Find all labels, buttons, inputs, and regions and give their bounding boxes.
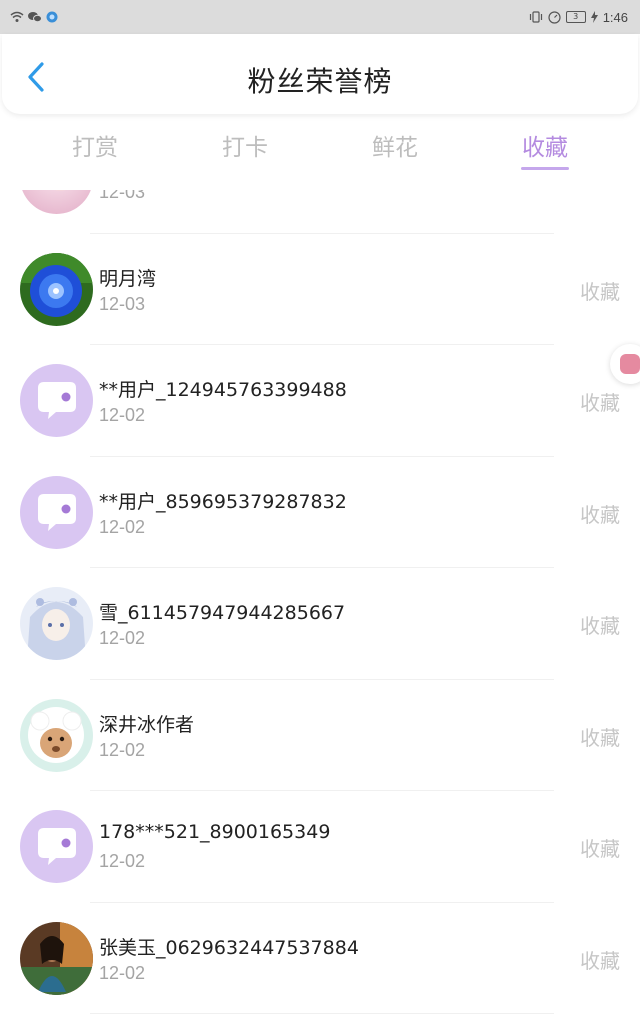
tab-reward[interactable]: 打赏	[20, 118, 170, 178]
wifi-icon	[10, 11, 24, 22]
favorite-label: 收藏	[580, 391, 620, 415]
list-item[interactable]: 张美玉_0629632447537884 12-02 收藏	[0, 903, 640, 1014]
list-item[interactable]: 深井冰作者 12-02 收藏	[0, 680, 640, 791]
user-name: 深井冰作者	[99, 713, 195, 736]
user-name: **用户_124945763399488	[99, 379, 347, 401]
divider	[90, 1013, 554, 1014]
user-name: 张美玉_0629632447537884	[99, 936, 359, 959]
date-text: 12-02	[99, 628, 146, 648]
favorite-label: 收藏	[580, 837, 620, 861]
chat-bubble-icon	[20, 364, 93, 437]
chat-bubble-icon	[20, 475, 93, 549]
app-icon	[46, 11, 58, 23]
date-text: 12-02	[99, 962, 146, 983]
avatar	[20, 190, 93, 214]
status-right: 3 1:46	[529, 9, 628, 25]
list-item[interactable]: 明月湾 12-03 收藏	[0, 234, 640, 345]
vibrate-icon	[529, 11, 542, 23]
date-text: 12-02	[99, 405, 146, 425]
fans-list: 12-03 收藏 明月湾 12-03 收藏	[0, 190, 640, 1024]
user-name: 178***521_8900165349	[99, 821, 331, 843]
battery-level: 3	[573, 12, 579, 21]
avatar	[20, 810, 93, 883]
avatar	[20, 698, 93, 772]
status-time: 1:46	[602, 9, 628, 25]
avatar	[20, 587, 93, 660]
date-text: 12-02	[99, 851, 146, 871]
app-header: 粉丝荣誉榜	[2, 34, 638, 114]
chat-bubble-icon	[20, 810, 93, 883]
tab-flowers[interactable]: 鲜花	[320, 118, 470, 178]
charging-icon	[590, 11, 598, 23]
favorite-label: 收藏	[580, 502, 620, 527]
list-item[interactable]: 12-03 收藏	[0, 190, 640, 234]
date-text: 12-03	[99, 190, 146, 202]
date-text: 12-03	[99, 293, 146, 314]
speed-icon	[548, 10, 561, 24]
favorite-label: 收藏	[580, 614, 620, 638]
wechat-icon	[28, 12, 42, 23]
user-name: 明月湾	[99, 267, 157, 290]
date-text: 12-02	[99, 739, 146, 760]
favorite-label: 收藏	[580, 279, 620, 304]
tab-favorites[interactable]: 收藏	[470, 118, 620, 178]
chat-icon	[620, 354, 640, 374]
list-item[interactable]: 雪_611457947944285667 12-02 收藏	[0, 568, 640, 680]
list-item[interactable]: **用户_859695379287832 12-02 收藏	[0, 457, 640, 568]
list-item[interactable]: **用户_124945763399488 12-02 收藏	[0, 345, 640, 457]
user-name: **用户_859695379287832	[99, 490, 347, 513]
avatar	[20, 921, 93, 995]
status-bar: 3 1:46	[0, 0, 640, 34]
date-text: 12-02	[99, 516, 146, 537]
avatar	[20, 364, 93, 437]
avatar	[20, 475, 93, 549]
favorite-label: 收藏	[580, 725, 620, 750]
tab-checkin[interactable]: 打卡	[170, 118, 320, 178]
battery-icon: 3	[565, 11, 586, 23]
status-left	[10, 9, 58, 25]
page-title: 粉丝荣誉榜	[247, 65, 393, 98]
favorite-label: 收藏	[580, 190, 620, 193]
user-name: 雪_611457947944285667	[99, 602, 346, 624]
favorite-label: 收藏	[580, 948, 620, 973]
list-item[interactable]: 178***521_8900165349 12-02 收藏	[0, 791, 640, 903]
avatar	[20, 252, 93, 326]
tab-bar: 打赏 打卡 鲜花 收藏	[20, 118, 620, 178]
